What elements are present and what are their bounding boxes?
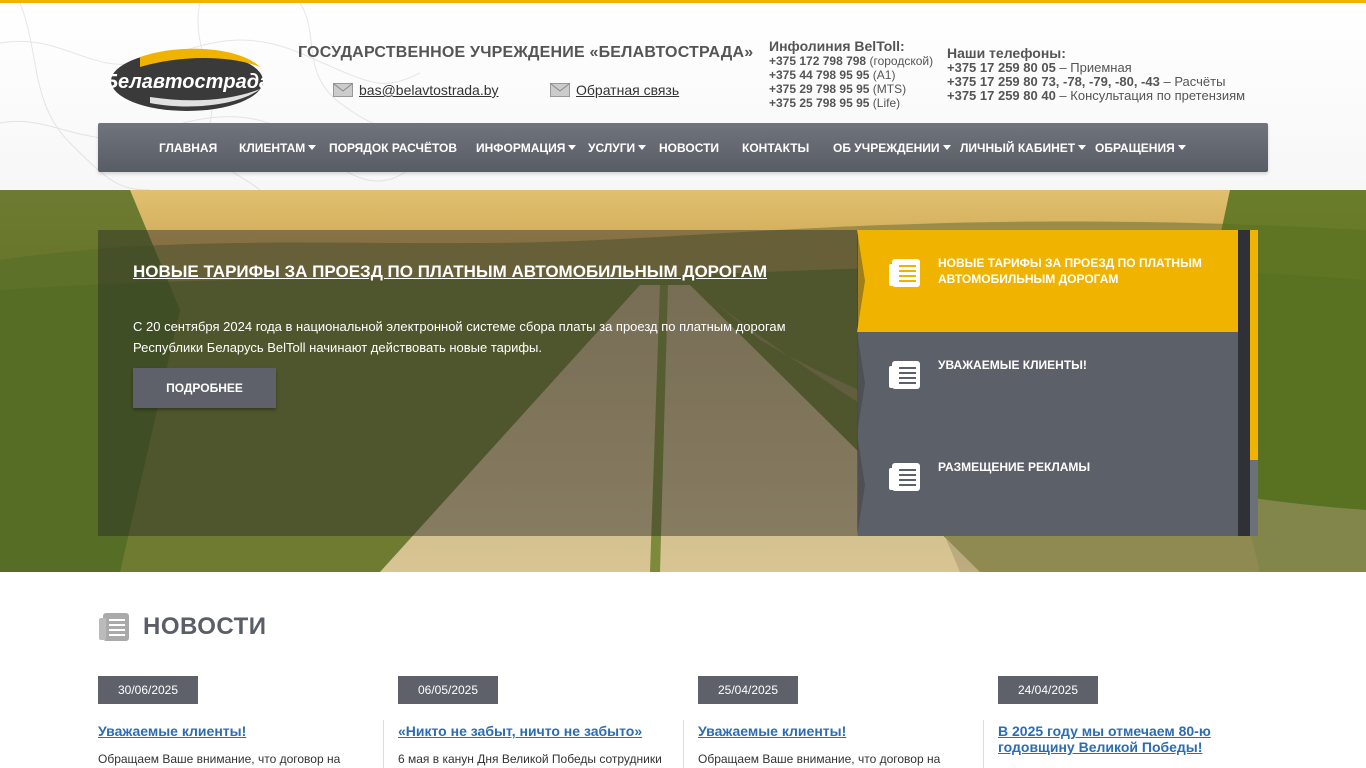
infoline-block: Инфолиния BelToll: +375 172 798 798 (гор… [769,38,933,110]
slide-title-link[interactable]: НОВЫЕ ТАРИФЫ ЗА ПРОЕЗД ПО ПЛАТНЫМ АВТОМО… [133,262,767,282]
news-excerpt: Обращаем Ваше внимание, что договор на [98,752,341,766]
infoline-line: +375 172 798 798 (городской) [769,54,934,68]
mail-icon [550,83,570,97]
document-icon [889,259,920,287]
more-button[interactable]: ПОДРОБНЕЕ [133,368,276,408]
news-excerpt: 6 мая в канун Дня Великой Победы сотрудн… [398,752,662,766]
slider-tab-label: РАЗМЕЩЕНИЕ РЕКЛАМЫ [938,460,1091,474]
news-item: 25/04/2025 Уважаемые клиенты! Обращаем В… [683,676,968,768]
infoline-line: +375 44 798 95 95 (A1) [769,68,896,82]
news-date: 30/06/2025 [98,676,198,704]
scrollbar-thumb[interactable] [1250,230,1258,460]
newspaper-icon [99,613,129,641]
news-title-line: годовщину Великой Победы! [998,739,1203,755]
email-link[interactable]: bas@belavtostrada.by [333,81,499,99]
nav-item-services[interactable]: УСЛУГИ [588,123,647,172]
slider-tab-label: НОВЫЕ ТАРИФЫ ЗА ПРОЕЗД ПО ПЛАТНЫМ АВТОМО… [938,256,1202,286]
news-title-link[interactable]: «Никто не забыт, ничто не забыто» [398,723,668,739]
slider-tab-label: УВАЖАЕМЫЕ КЛИЕНТЫ! [938,358,1087,372]
slide-text: С 20 сентября 2024 года в национальной э… [133,319,786,355]
feedback-link[interactable]: Обратная связь [550,81,679,99]
phones-block: Наши телефоны: +375 17 259 80 05 – Прием… [947,45,1245,103]
chevron-down-icon [638,145,647,150]
chevron-down-icon [942,145,951,150]
nav-item-about[interactable]: ОБ УЧРЕЖДЕНИИ [833,123,951,172]
main-nav: ГЛАВНАЯ КЛИЕНТАМ ПОРЯДОК РАСЧЁТОВ ИНФОРМ… [98,123,1268,172]
logo[interactable]: Белавтострада [110,45,265,113]
mail-icon [333,83,353,97]
nav-item-account[interactable]: ЛИЧНЫЙ КАБИНЕТ [960,123,1087,172]
news-section-header: НОВОСТИ [98,610,267,644]
document-icon [889,361,920,389]
phone-line: +375 17 259 80 73, -78, -79, -80, -43 – … [947,74,1226,89]
document-icon [889,463,920,491]
scrollbar-track [1250,460,1258,536]
slider-tab-tariffs[interactable]: НОВЫЕ ТАРИФЫ ЗА ПРОЕЗД ПО ПЛАТНЫМ АВТОМО… [857,230,1238,332]
chevron-down-icon [1078,145,1087,150]
news-date: 25/04/2025 [698,676,798,704]
chevron-down-icon [568,145,577,150]
feedback-text: Обратная связь [576,82,680,98]
news-title-link[interactable]: В 2025 году мы отмечаем 80-ю годовщину В… [998,723,1268,755]
hero-slider: НОВЫЕ ТАРИФЫ ЗА ПРОЕЗД ПО ПЛАТНЫМ АВТОМО… [0,190,1366,572]
chevron-down-icon [308,145,317,150]
email-text: bas@belavtostrada.by [359,82,499,98]
news-date: 24/04/2025 [998,676,1098,704]
news-excerpt: Обращаем Ваше внимание, что договор на [698,752,941,766]
tab-notch [857,230,871,332]
news-date: 06/05/2025 [398,676,498,704]
infoline-line: +375 25 798 95 95 (Life) [769,96,901,110]
org-title: ГОСУДАРСТВЕННОЕ УЧРЕЖДЕНИЕ «БЕЛАВТОСТРАД… [298,44,754,61]
phone-line: +375 17 259 80 05 – Приемная [947,60,1132,75]
nav-item-information[interactable]: ИНФОРМАЦИЯ [476,123,577,172]
slider-tab-advertising[interactable]: РАЗМЕЩЕНИЕ РЕКЛАМЫ [857,434,1238,536]
tab-notch [857,434,865,536]
site-header: Белавтострада ГОСУДАРСТВЕННОЕ УЧРЕЖДЕНИЕ… [0,3,1366,190]
news-title-link[interactable]: Уважаемые клиенты! [698,723,968,739]
phones-title: Наши телефоны: [947,45,1066,61]
news-title-line: В 2025 году мы отмечаем 80-ю [998,723,1211,739]
chevron-down-icon [1177,145,1186,150]
news-item: 24/04/2025 В 2025 году мы отмечаем 80-ю … [983,676,1268,768]
phone-line: +375 17 259 80 40 – Консультация по прет… [947,88,1246,103]
news-title-link[interactable]: Уважаемые клиенты! [98,723,368,739]
nav-item-home[interactable]: ГЛАВНАЯ [159,123,217,172]
news-item: 30/06/2025 Уважаемые клиенты! Обращаем В… [98,676,368,768]
nav-item-contacts[interactable]: КОНТАКТЫ [742,123,809,172]
slide-panel: НОВЫЕ ТАРИФЫ ЗА ПРОЕЗД ПО ПЛАТНЫМ АВТОМО… [98,230,868,536]
nav-item-news[interactable]: НОВОСТИ [659,123,719,172]
news-item: 06/05/2025 «Никто не забыт, ничто не заб… [383,676,668,768]
news-heading: НОВОСТИ [143,613,267,640]
slider-tabs: НОВЫЕ ТАРИФЫ ЗА ПРОЕЗД ПО ПЛАТНЫМ АВТОМО… [857,230,1238,536]
infoline-line: +375 29 798 95 95 (MTS) [769,82,907,96]
tab-notch [857,332,865,434]
nav-item-appeals[interactable]: ОБРАЩЕНИЯ [1095,123,1186,172]
slider-tab-clients[interactable]: УВАЖАЕМЫЕ КЛИЕНТЫ! [857,332,1238,434]
nav-item-clients[interactable]: КЛИЕНТАМ [239,123,317,172]
slider-scrollbar[interactable] [1238,230,1258,536]
nav-item-payment-order[interactable]: ПОРЯДОК РАСЧЁТОВ [329,123,457,172]
infoline-title: Инфолиния BelToll: [769,38,905,54]
logo-text: Белавтострада [110,71,265,93]
